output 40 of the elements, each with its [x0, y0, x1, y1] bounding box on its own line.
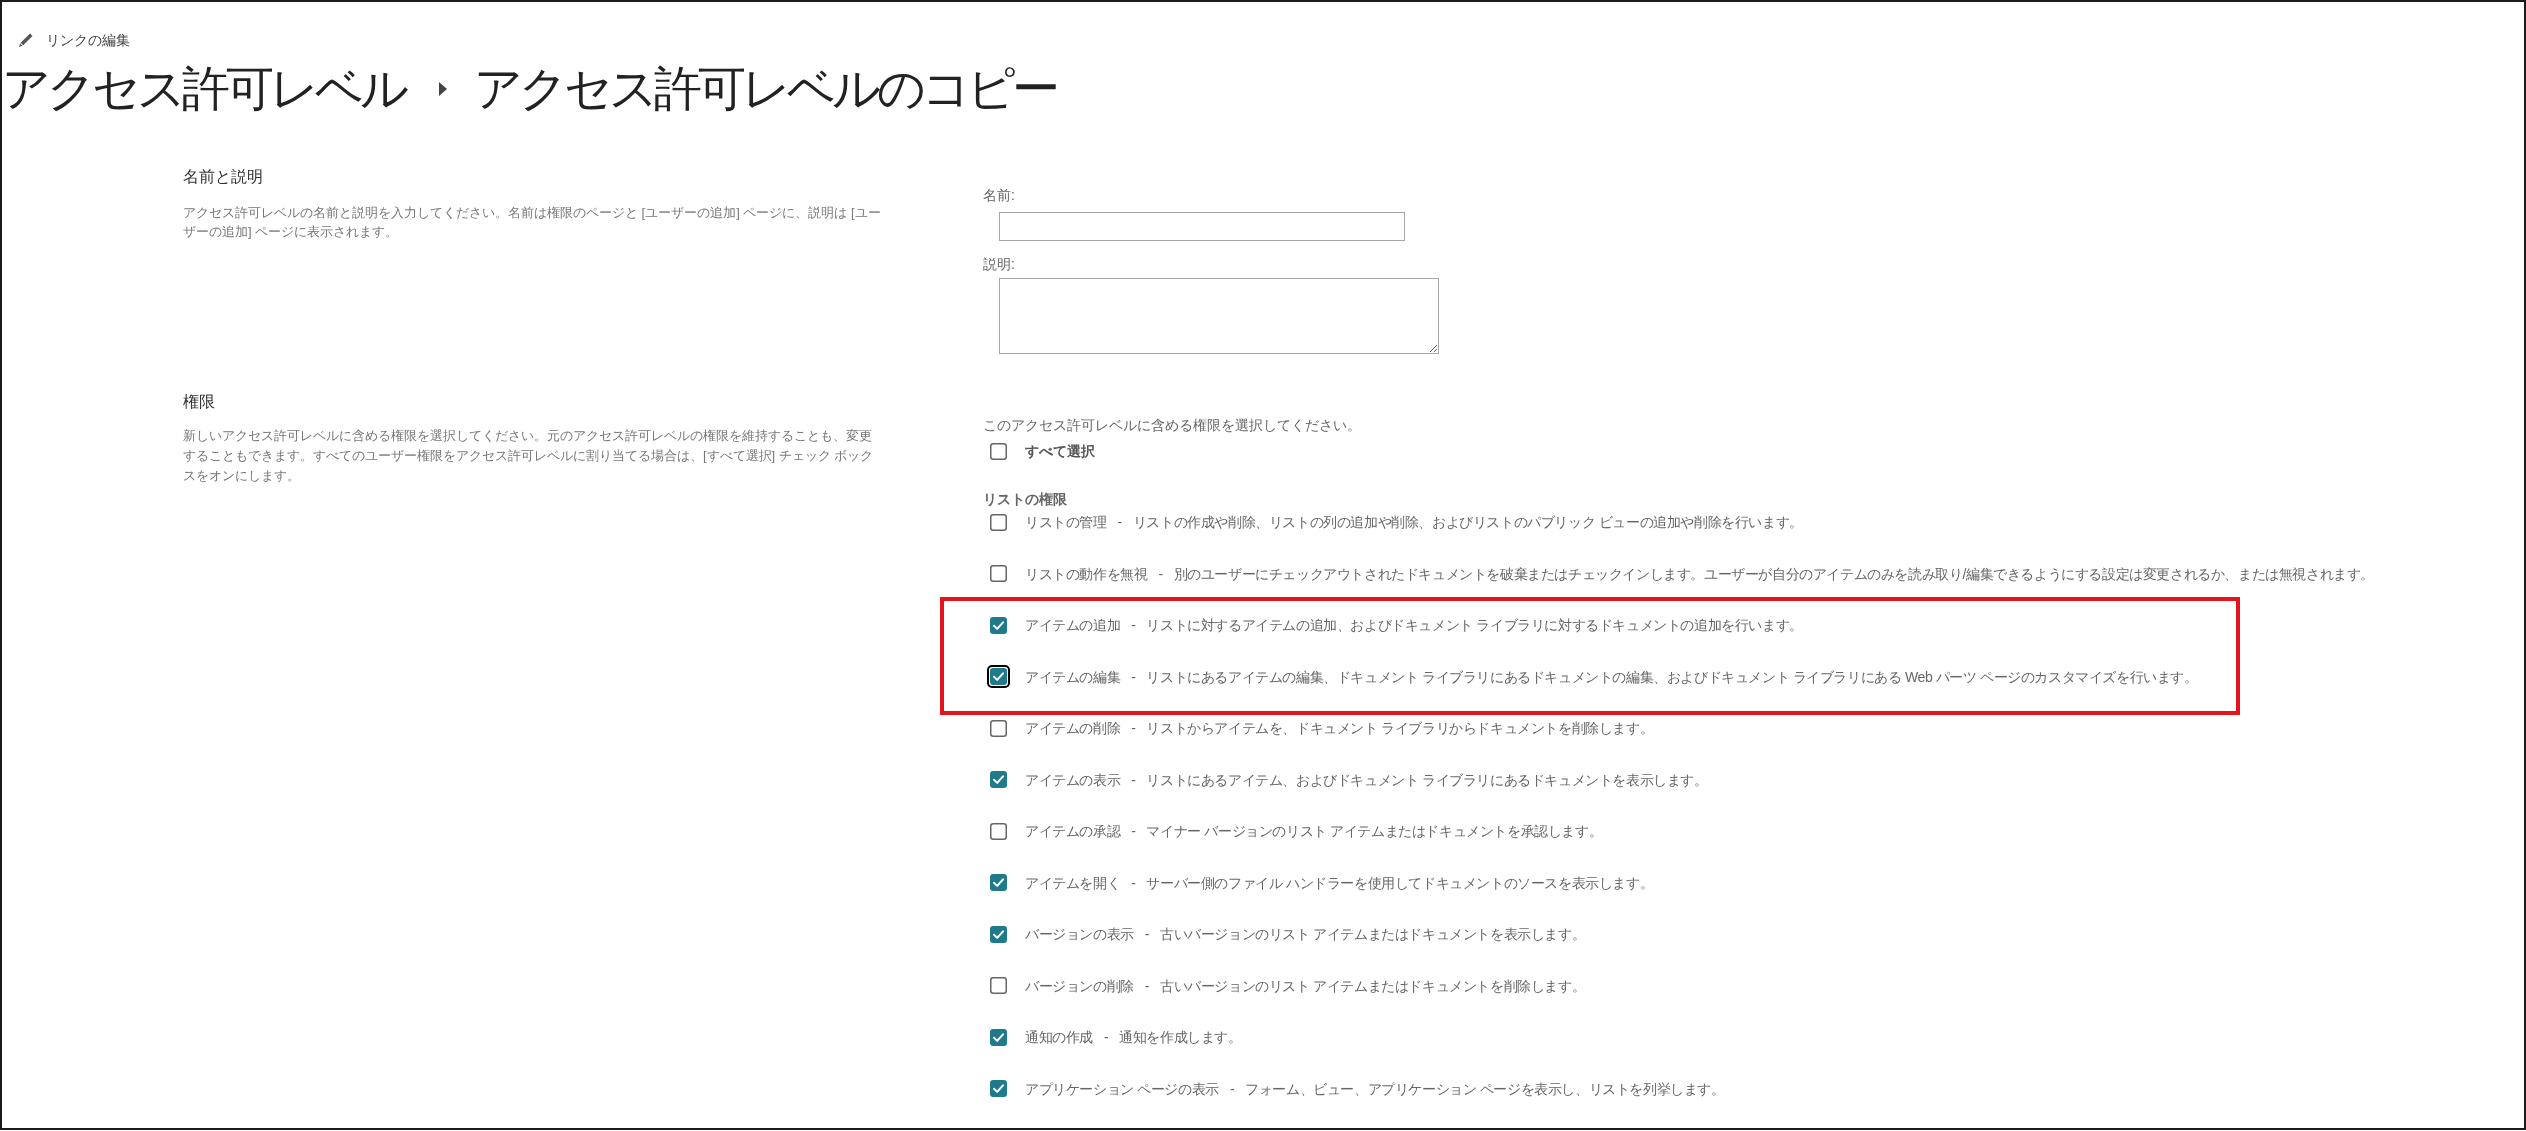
- permission-label: リストの管理 - リストの作成や削除、リストの列の追加や削除、およびリストのパブリック ビューの追加や削除を行います。: [1025, 513, 1803, 532]
- permission-label: アイテムの削除 - リストからアイテムを、ドキュメント ライブラリからドキュメントを削除します。: [1025, 719, 1654, 738]
- permission-label: 通知の作成 - 通知を作成します。: [1025, 1028, 1242, 1047]
- permission-label: アプリケーション ページの表示 - フォーム、ビュー、アプリケーション ページを表示し、リストを列挙します。: [1025, 1079, 1725, 1099]
- select-all-label: すべて選択: [1025, 442, 1095, 461]
- checkbox[interactable]: [990, 1080, 1007, 1097]
- section-description: アクセス許可レベルの名前と説明を入力してください。名前は権限のページと [ユーザーの追加] ページに、説明は [ユーザーの追加] ページに表示されます。: [183, 203, 882, 241]
- section-heading: 権限: [183, 392, 216, 412]
- group-heading: リストの権限: [983, 490, 1068, 509]
- breadcrumb-arrow-icon: [439, 82, 447, 96]
- field-label: 説明:: [983, 255, 1015, 274]
- checkbox[interactable]: [990, 442, 1007, 460]
- checkbox[interactable]: [987, 665, 1010, 688]
- permission-label: リストの動作を無視 - 別のユーザーにチェックアウトされたドキュメントを破棄またはチェックインします。ユーザーが自分のアイテムのみを読み取り/編集できるようにする設定は変更されるか、または無視されます。: [1025, 564, 2374, 584]
- edit-links-link[interactable]: リンクの編集: [18, 30, 130, 50]
- checkbox[interactable]: [990, 1028, 1007, 1046]
- checkbox[interactable]: [990, 977, 1007, 994]
- checkbox[interactable]: [990, 771, 1007, 788]
- field-label: 名前:: [983, 186, 1015, 205]
- permission-label: アイテムの承認 - マイナー バージョンのリスト アイテムまたはドキュメントを承認します。: [1025, 822, 1603, 841]
- permission-label: アイテムの追加 - リストに対するアイテムの追加、およびドキュメント ライブラリに対するドキュメントの追加を行います。: [1025, 616, 1803, 635]
- section-heading: 名前と説明: [183, 167, 264, 187]
- checkbox[interactable]: [990, 719, 1007, 737]
- checkbox[interactable]: [990, 874, 1007, 891]
- permission-label: アイテムの編集 - リストにあるアイテムの編集、ドキュメント ライブラリにあるドキュメントの編集、およびドキュメント ライブラリにある Web パーツ ページのカスタマイズを行います。: [1025, 667, 2198, 687]
- permission-label: アイテムの表示 - リストにあるアイテム、およびドキュメント ライブラリにあるドキュメントを表示します。: [1025, 770, 1708, 790]
- checkbox[interactable]: [990, 565, 1007, 582]
- page-title: アクセス許可レベルのコピー: [474, 61, 1056, 117]
- pencil-icon: [18, 32, 34, 48]
- checkbox[interactable]: [990, 513, 1007, 531]
- instruction-text: このアクセス許可レベルに含める権限を選択してください。: [983, 416, 1362, 435]
- section-description: 新しいアクセス許可レベルに含める権限を選択してください。元のアクセス許可レベルの権限を維持することも、変更することもできます。すべてのユーザー権限をアクセス許可レベルに割り当てる場合は、[すべて選択] チェック ボックスをオンにします。: [183, 427, 875, 485]
- checkbox[interactable]: [990, 822, 1007, 840]
- permission-label: アイテムを開く - サーバー側のファイル ハンドラーを使用してドキュメントのソースを表示します。: [1025, 873, 1654, 893]
- breadcrumb-link[interactable]: アクセス許可レベル: [2, 61, 405, 117]
- checkbox[interactable]: [990, 925, 1007, 943]
- checkbox[interactable]: [990, 616, 1007, 634]
- name-input-field[interactable]: [999, 212, 1405, 241]
- permission-label: バージョンの表示 - 古いバージョンのリスト アイテムまたはドキュメントを表示します。: [1025, 925, 1586, 944]
- permission-label: バージョンの削除 - 古いバージョンのリスト アイテムまたはドキュメントを削除します。: [1025, 976, 1586, 996]
